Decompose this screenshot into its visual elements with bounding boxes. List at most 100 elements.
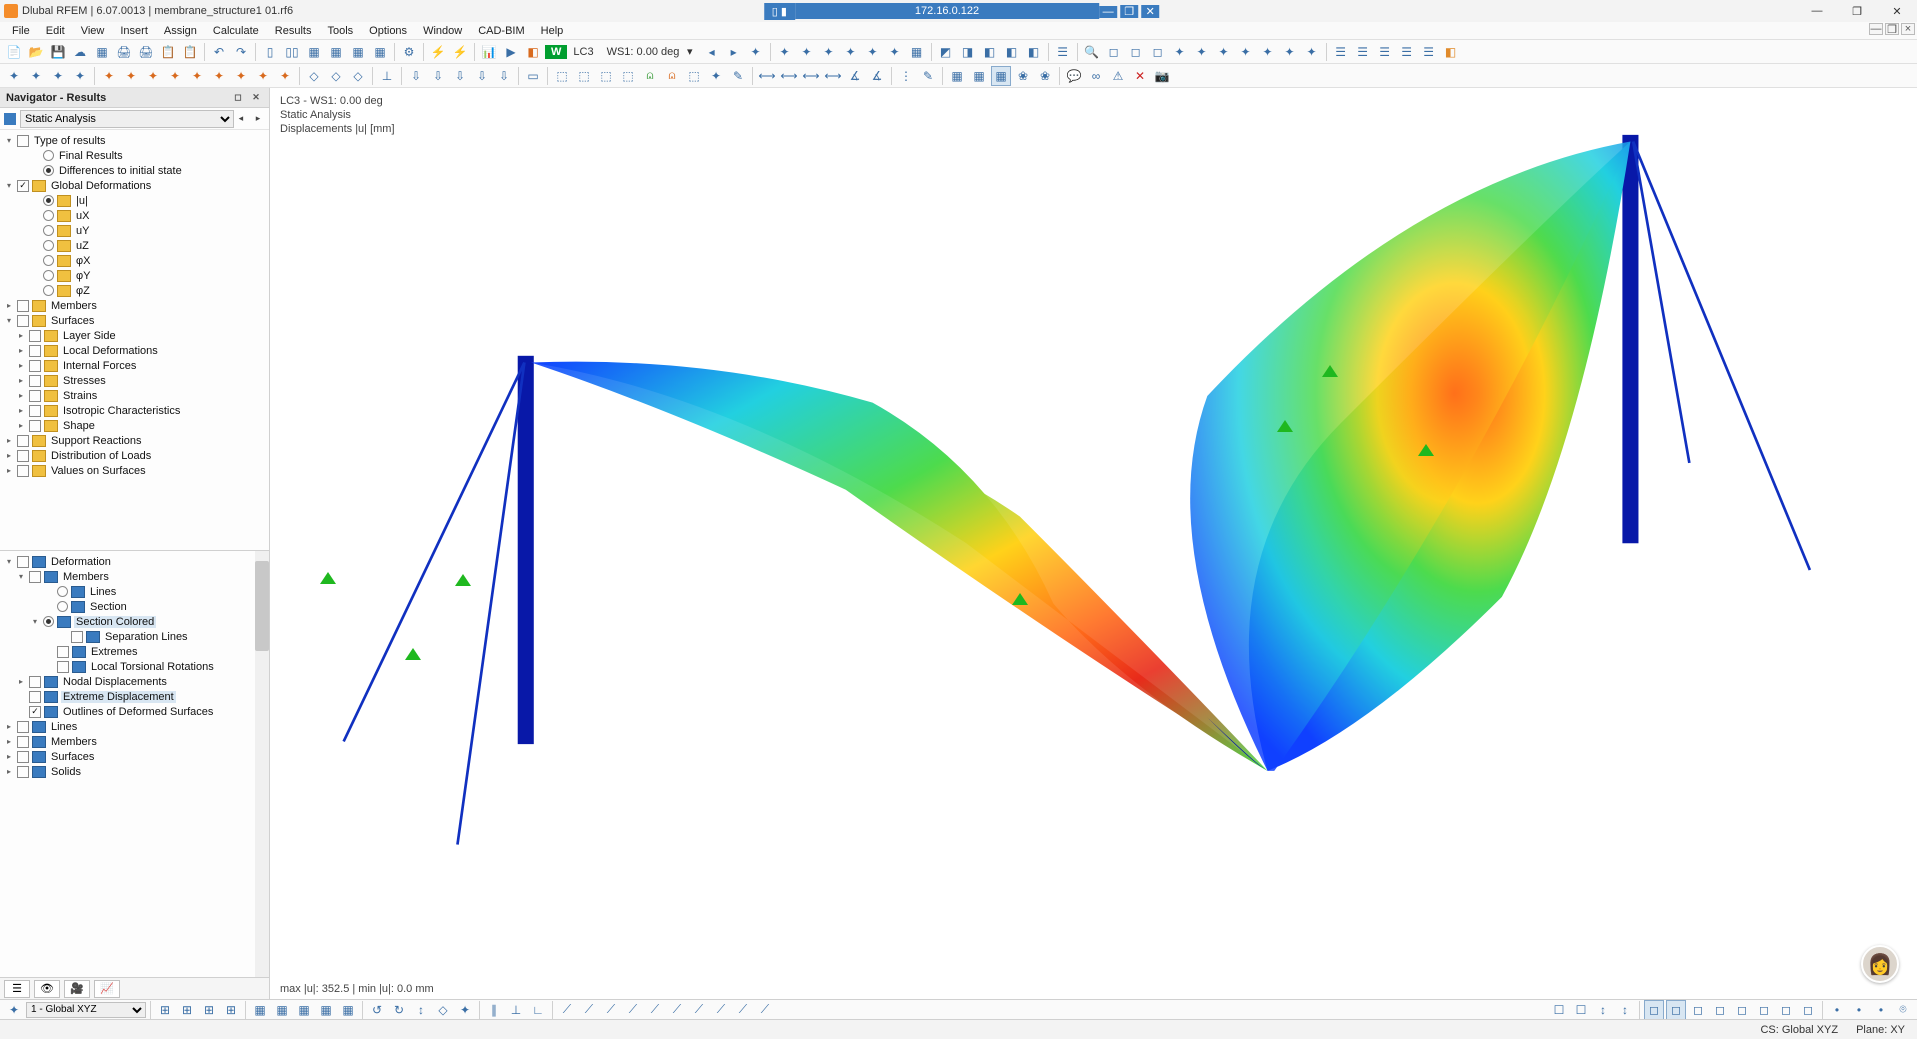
checkbox[interactable] — [17, 300, 29, 312]
view-misc-1-button[interactable]: ✦ — [1214, 42, 1234, 62]
visibility-b-button[interactable]: ☰ — [1353, 42, 1373, 62]
checkbox[interactable] — [29, 330, 41, 342]
tree-item-members[interactable]: ▾Members — [2, 569, 267, 584]
align-d-button[interactable]: ⟷ — [823, 66, 843, 86]
bt-5[interactable]: ▦ — [250, 1000, 270, 1020]
panel-1-button[interactable]: ▯ — [260, 42, 280, 62]
filter-c-button[interactable]: ✦ — [819, 42, 839, 62]
chart-b-button[interactable]: ⩄ — [662, 66, 682, 86]
twisty-icon[interactable]: ▸ — [4, 737, 14, 747]
tree-item-layer-side[interactable]: ▸Layer Side — [2, 328, 267, 343]
radio[interactable] — [43, 240, 54, 251]
calc-params-button[interactable]: ⚙ — [399, 42, 419, 62]
open-button[interactable]: 📂 — [26, 42, 46, 62]
save-button[interactable]: 💾 — [48, 42, 68, 62]
align-a-button[interactable]: ⟷ — [757, 66, 777, 86]
twisty-icon[interactable]: ▸ — [4, 301, 14, 311]
checkbox[interactable] — [17, 435, 29, 447]
tree-item-distribution-of-loads[interactable]: ▸Distribution of Loads — [2, 448, 267, 463]
surface-button[interactable]: ✦ — [165, 66, 185, 86]
checkbox[interactable] — [29, 405, 41, 417]
twisty-icon[interactable]: ▸ — [4, 466, 14, 476]
mdi-restore-button[interactable]: ❐ — [1885, 23, 1899, 35]
checkbox[interactable] — [17, 135, 29, 147]
radio[interactable] — [43, 255, 54, 266]
twisty-icon[interactable]: ▾ — [30, 617, 40, 627]
twisty-icon[interactable]: ▸ — [4, 451, 14, 461]
tool-b-button[interactable]: ✎ — [918, 66, 938, 86]
support-a-button[interactable]: ◇ — [304, 66, 324, 86]
tree-item-section-colored[interactable]: ▾Section Colored — [2, 614, 267, 629]
twisty-icon[interactable]: ▾ — [4, 316, 14, 326]
view-a-button[interactable]: ◩ — [936, 42, 956, 62]
menu-help[interactable]: Help — [533, 24, 572, 38]
menu-assign[interactable]: Assign — [156, 24, 205, 38]
tree-item-local-torsional-rotations[interactable]: Local Torsional Rotations — [2, 659, 267, 674]
menu-tools[interactable]: Tools — [319, 24, 361, 38]
twisty-icon[interactable]: ▸ — [16, 421, 26, 431]
visibility-f-button[interactable]: ◧ — [1441, 42, 1461, 62]
report-button[interactable]: 📋 — [180, 42, 200, 62]
menu-results[interactable]: Results — [267, 24, 320, 38]
mdi-minimize-button[interactable]: — — [1869, 23, 1883, 35]
chart-d-button[interactable]: ✦ — [706, 66, 726, 86]
tree-item--y[interactable]: φY — [2, 268, 267, 283]
twisty-icon[interactable]: ▸ — [16, 361, 26, 371]
tree-item-section[interactable]: Section — [2, 599, 267, 614]
view-opp-button[interactable]: ✦ — [1192, 42, 1212, 62]
twisty-icon[interactable]: ▸ — [16, 331, 26, 341]
menu-edit[interactable]: Edit — [38, 24, 73, 38]
view-c-button[interactable]: ◧ — [980, 42, 1000, 62]
visibility-d-button[interactable]: ☰ — [1397, 42, 1417, 62]
cs-icon[interactable]: ✦ — [4, 1000, 24, 1020]
table-color-button[interactable]: ▦ — [370, 42, 390, 62]
info-a-button[interactable]: 💬 — [1064, 66, 1084, 86]
tree-item-uz[interactable]: uZ — [2, 238, 267, 253]
undo-button[interactable]: ↶ — [209, 42, 229, 62]
tree-item-separation-lines[interactable]: Separation Lines — [2, 629, 267, 644]
twisty-icon[interactable]: ▾ — [4, 136, 14, 146]
viewport[interactable]: LC3 - WS1: 0.00 deg Static Analysis Disp… — [270, 88, 1917, 999]
next-lc-button[interactable]: ▸ — [724, 42, 744, 62]
dim-a-button[interactable]: ⊥ — [377, 66, 397, 86]
filter-f-button[interactable]: ✦ — [885, 42, 905, 62]
bt-1[interactable]: ⊞ — [155, 1000, 175, 1020]
chart-c-button[interactable]: ⬚ — [684, 66, 704, 86]
results-anim-button[interactable]: ▶ — [501, 42, 521, 62]
checkbox[interactable] — [29, 676, 41, 688]
load-c-button[interactable]: ⇩ — [450, 66, 470, 86]
info-c-button[interactable]: ⚠ — [1108, 66, 1128, 86]
checkbox[interactable] — [17, 180, 29, 192]
radio[interactable] — [43, 150, 54, 161]
tree-item-nodal-displacements[interactable]: ▸Nodal Displacements — [2, 674, 267, 689]
checkbox[interactable] — [29, 375, 41, 387]
member-button[interactable]: ✦ — [143, 66, 163, 86]
view-tab-3[interactable]: 🎥 — [64, 980, 90, 998]
line-button[interactable]: ✦ — [121, 66, 141, 86]
radio[interactable] — [43, 195, 54, 206]
zoom-fit-button[interactable]: 🔍 — [1082, 42, 1102, 62]
twisty-icon[interactable]: ▸ — [4, 722, 14, 732]
load-b-button[interactable]: ⇩ — [428, 66, 448, 86]
tree-item-members[interactable]: ▸Members — [2, 734, 267, 749]
remote-tab-icon[interactable]: ▯ ▮ — [764, 3, 795, 20]
close-button[interactable]: ✕ — [1877, 0, 1917, 22]
tree-item-final-results[interactable]: Final Results — [2, 148, 267, 163]
checkbox[interactable] — [17, 751, 29, 763]
calculate-all-button[interactable]: ⚡ — [450, 42, 470, 62]
copy-button[interactable]: 📋 — [158, 42, 178, 62]
checkbox[interactable] — [29, 691, 41, 703]
checkbox[interactable] — [29, 706, 41, 718]
view-x-button[interactable]: ◻ — [1126, 42, 1146, 62]
select-c-button[interactable]: ⬚ — [574, 66, 594, 86]
menu-window[interactable]: Window — [415, 24, 470, 38]
twisty-icon[interactable]: ▸ — [4, 752, 14, 762]
opening-button[interactable]: ✦ — [209, 66, 229, 86]
twisty-icon[interactable]: ▸ — [16, 677, 26, 687]
misc-2-button[interactable]: ✦ — [253, 66, 273, 86]
view-b-button[interactable]: ◨ — [958, 42, 978, 62]
select-b-button[interactable]: ⬚ — [552, 66, 572, 86]
checkbox[interactable] — [17, 465, 29, 477]
tree-item--u-[interactable]: |u| — [2, 193, 267, 208]
twisty-icon[interactable]: ▸ — [16, 406, 26, 416]
